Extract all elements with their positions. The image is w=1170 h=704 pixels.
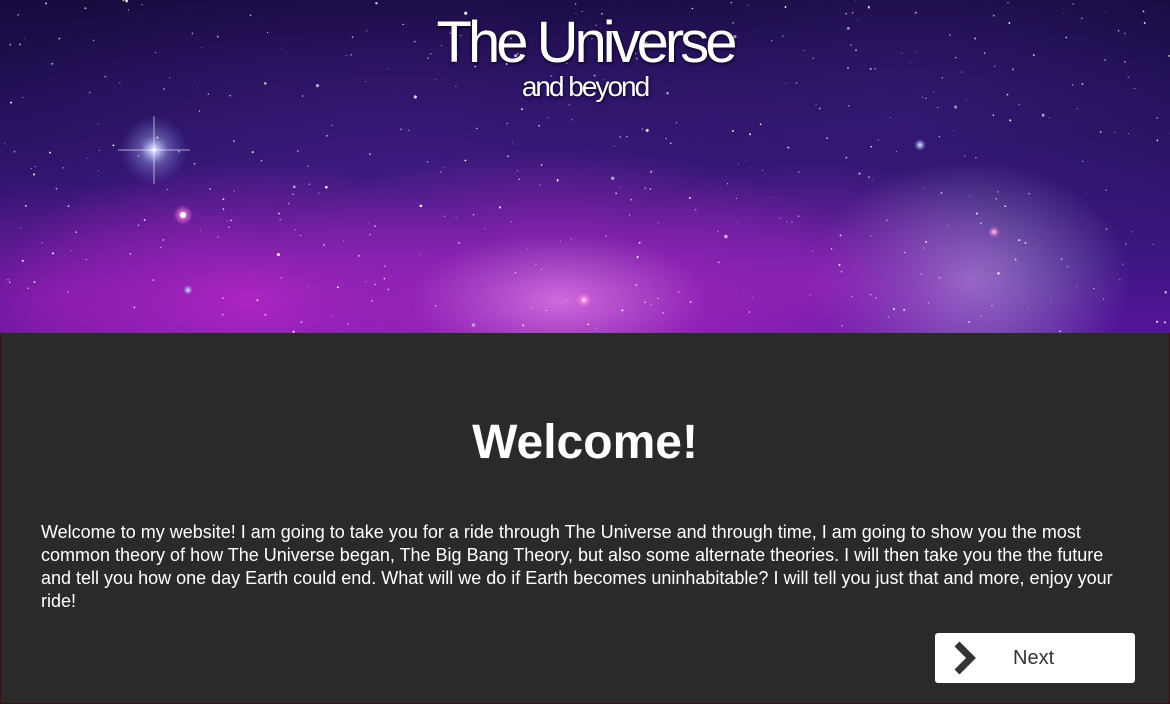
intro-paragraph: Welcome to my website! I am going to tak…	[41, 522, 1113, 611]
chevron-right-icon	[954, 641, 976, 675]
next-button-label: Next	[1013, 647, 1055, 669]
main-content: Welcome! Welcome to my website! I am goi…	[0, 333, 1170, 704]
page-heading: Welcome!	[472, 416, 698, 469]
header-banner: The Universe and beyond	[0, 0, 1170, 333]
site-subtitle: and beyond	[521, 71, 650, 102]
page: The Universe and beyond Welcome! Welcome…	[0, 0, 1170, 704]
site-title: The Universe	[436, 10, 738, 75]
next-button[interactable]: Next	[935, 633, 1135, 683]
